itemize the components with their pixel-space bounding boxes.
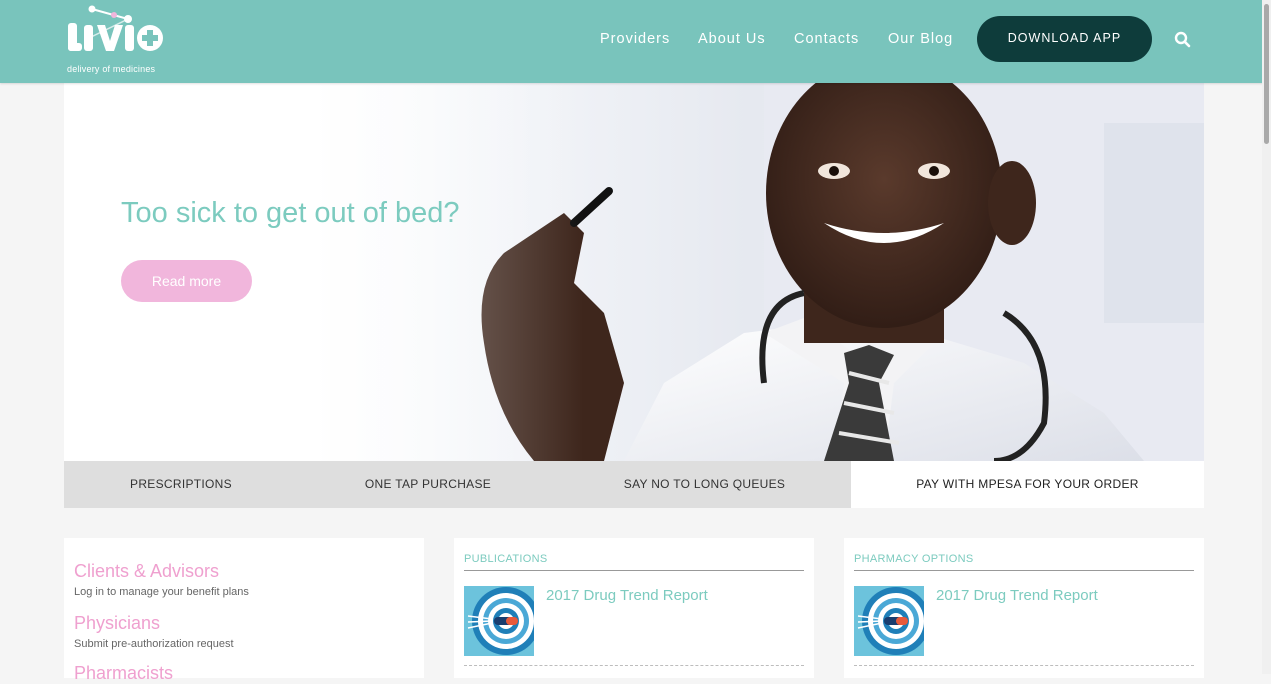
- tab-prescriptions[interactable]: PRESCRIPTIONS: [64, 461, 298, 508]
- divider: [464, 570, 804, 571]
- livia-logo[interactable]: delivery of medicines: [66, 5, 176, 75]
- logo-wordmark: [68, 5, 163, 51]
- nav-contacts[interactable]: Contacts: [794, 31, 859, 47]
- nav-providers[interactable]: Providers: [600, 31, 670, 47]
- drug-report-thumbnail[interactable]: [464, 586, 534, 656]
- role-clients-desc: Log in to manage your benefit plans: [74, 586, 249, 598]
- site-header: delivery of medicines Providers About Us…: [0, 0, 1271, 83]
- dashed-divider: [854, 665, 1194, 666]
- pharmacy-options-title: PHARMACY OPTIONS: [854, 553, 974, 565]
- publications-title: PUBLICATIONS: [464, 553, 548, 565]
- hero-headline: Too sick to get out of bed?: [121, 197, 460, 229]
- read-more-button[interactable]: Read more: [121, 260, 252, 302]
- role-clients-advisors[interactable]: Clients & Advisors: [74, 561, 219, 582]
- feature-tabs: PRESCRIPTIONS ONE TAP PURCHASE SAY NO TO…: [64, 461, 1204, 508]
- logo-tagline: delivery of medicines: [67, 64, 156, 74]
- download-app-button[interactable]: DOWNLOAD APP: [977, 16, 1152, 62]
- nav-our-blog[interactable]: Our Blog: [888, 31, 953, 47]
- role-physicians-desc: Submit pre-authorization request: [74, 638, 234, 650]
- search-icon: [1174, 31, 1191, 48]
- pharmacy-options-card: PHARMACY OPTIONS 2017 Drug Trend Report: [844, 538, 1204, 678]
- roles-card: Clients & Advisors Log in to manage your…: [64, 538, 424, 683]
- role-physicians[interactable]: Physicians: [74, 613, 160, 634]
- divider: [854, 570, 1194, 571]
- tab-pay-with-mpesa[interactable]: PAY WITH MPESA FOR YOUR ORDER: [851, 461, 1204, 508]
- tab-say-no-to-long-queues[interactable]: SAY NO TO LONG QUEUES: [558, 461, 851, 508]
- scrollbar-thumb[interactable]: [1264, 4, 1269, 144]
- hero-banner: Too sick to get out of bed? Read more: [64, 83, 1204, 461]
- tab-one-tap-purchase[interactable]: ONE TAP PURCHASE: [298, 461, 558, 508]
- drug-report-thumbnail[interactable]: [854, 586, 924, 656]
- nav-about-us[interactable]: About Us: [698, 31, 766, 47]
- publications-card: PUBLICATIONS 2017 Drug Trend Report: [454, 538, 814, 678]
- search-button[interactable]: [1172, 29, 1194, 51]
- publication-link[interactable]: 2017 Drug Trend Report: [546, 587, 708, 604]
- dashed-divider: [464, 665, 804, 666]
- page-scrollbar[interactable]: [1262, 0, 1271, 674]
- pharmacy-report-link[interactable]: 2017 Drug Trend Report: [936, 587, 1098, 604]
